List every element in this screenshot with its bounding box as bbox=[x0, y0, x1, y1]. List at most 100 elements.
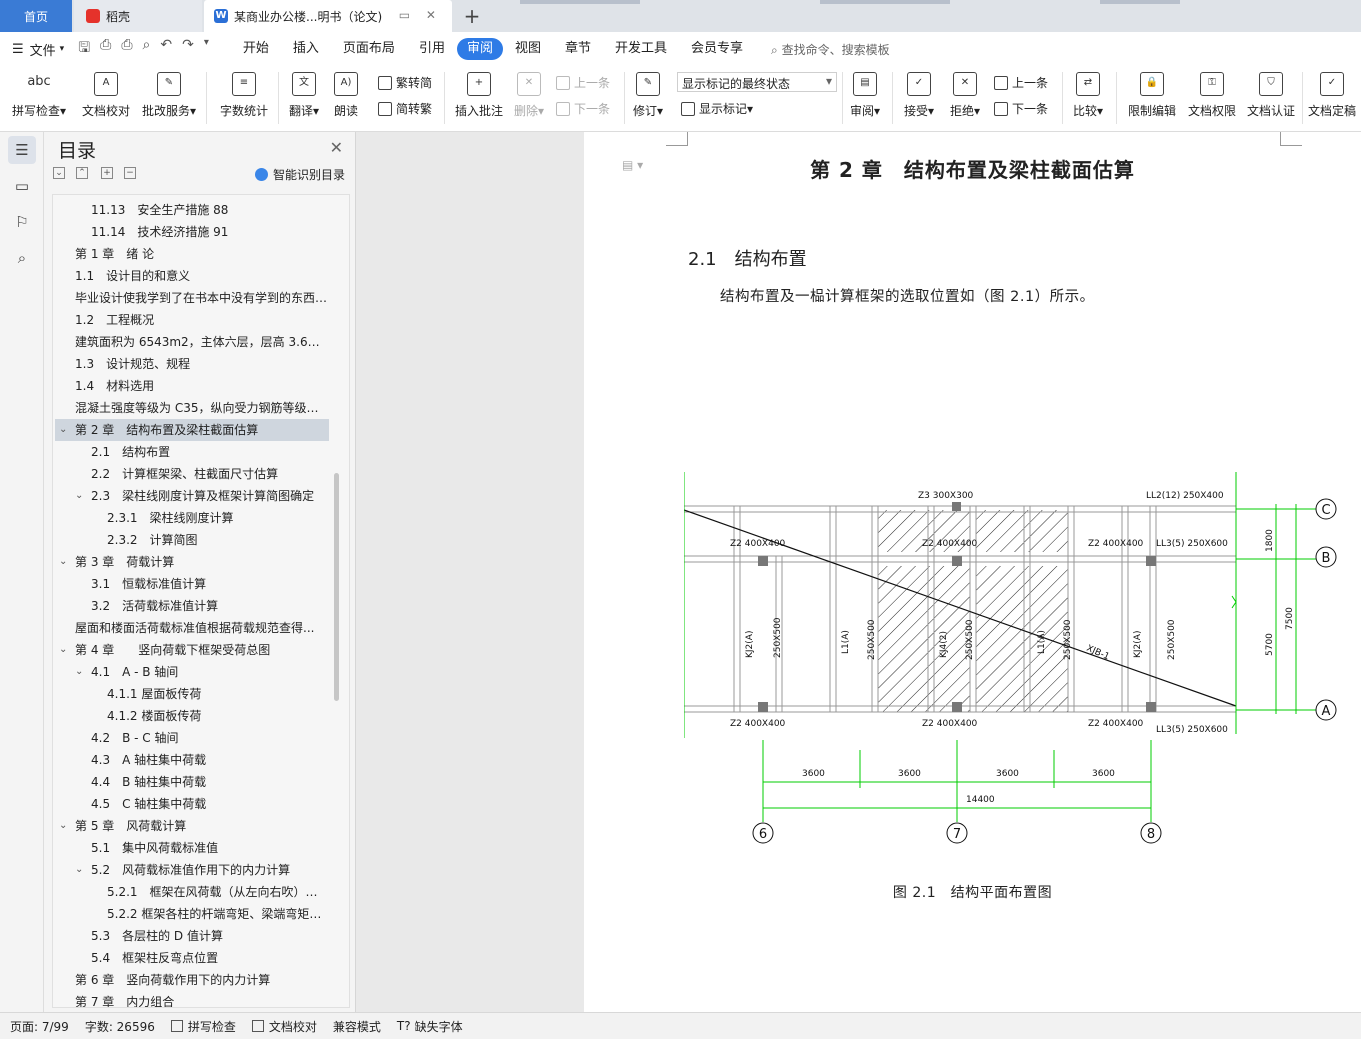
menu-view[interactable]: 视图 bbox=[503, 38, 553, 60]
menu-dev-tools[interactable]: 开发工具 bbox=[603, 38, 679, 60]
remove-heading-icon[interactable]: − bbox=[124, 167, 136, 179]
tab-document[interactable]: W 某商业办公楼...明书（论文) ▭ ✕ bbox=[204, 0, 452, 32]
doc-permission-button[interactable]: ⚿ 文档权限 bbox=[1184, 70, 1240, 119]
status-spell-check[interactable]: 拼写检查 bbox=[170, 1018, 236, 1035]
toc-item[interactable]: 3.2 活荷载标准值计算 bbox=[55, 595, 329, 617]
translate-button[interactable]: 文翻译▾ bbox=[284, 70, 324, 119]
export-pdf-icon[interactable]: ⎙ bbox=[100, 37, 111, 61]
print-preview-icon[interactable]: ⌕ bbox=[143, 37, 151, 61]
tab-daoke[interactable]: 稻壳 bbox=[74, 0, 202, 32]
toc-item[interactable]: 5.2.2 框架各柱的杆端弯矩、梁端弯矩计算 bbox=[55, 903, 329, 925]
redo-icon[interactable]: ↷ bbox=[182, 37, 194, 61]
review-pane-button[interactable]: ▤ 审阅▾ bbox=[846, 70, 884, 119]
chevron-down-icon[interactable]: ⌄ bbox=[59, 424, 67, 435]
doc-proof-button[interactable]: A 文档校对 bbox=[78, 70, 134, 119]
toc-item[interactable]: 5.2 风荷载标准值作用下的内力计算 bbox=[55, 859, 329, 881]
new-tab-button[interactable]: + bbox=[460, 0, 484, 32]
toc-item[interactable]: 4.1.2 楼面板传荷 bbox=[55, 705, 329, 727]
page-indicator[interactable]: 页面: 7/99 bbox=[10, 1018, 69, 1035]
customize-icon[interactable]: ▾ bbox=[204, 37, 209, 61]
toc-item[interactable]: 2.3 梁柱线刚度计算及框架计算简图确定 bbox=[55, 485, 329, 507]
status-doc-proof[interactable]: 文档校对 bbox=[251, 1018, 317, 1035]
toc-item[interactable]: 11.13 安全生产措施 88 bbox=[55, 199, 329, 221]
menu-start[interactable]: 开始 bbox=[231, 38, 281, 60]
toc-item[interactable]: 3.1 恒载标准值计算 bbox=[55, 573, 329, 595]
chapter-nav-icon[interactable]: ▭ bbox=[8, 172, 36, 200]
toc-item[interactable]: 第 5 章 风荷载计算 bbox=[55, 815, 329, 837]
undo-icon[interactable]: ↶ bbox=[160, 37, 172, 61]
toc-item[interactable]: 5.1 集中风荷载标准值 bbox=[55, 837, 329, 859]
delete-comment-button[interactable]: ✕ 删除▾ bbox=[510, 70, 548, 119]
read-aloud-button[interactable]: A) 朗读 bbox=[328, 70, 364, 119]
toc-panel-icon[interactable]: ☰ bbox=[8, 136, 36, 164]
expand-all-icon[interactable]: ⌃ bbox=[76, 167, 88, 179]
menu-review[interactable]: 审阅 bbox=[456, 38, 503, 60]
toc-item[interactable]: 4.1.1 屋面板传荷 bbox=[55, 683, 329, 705]
toc-item[interactable]: 毕业设计使我学到了在书本中没有学到的东西，... bbox=[55, 287, 329, 309]
simp-to-trad-button[interactable]: 简转繁 bbox=[378, 100, 432, 117]
toc-item[interactable]: 第 7 章 内力组合 bbox=[55, 991, 329, 1007]
search-icon[interactable]: ⌕ bbox=[8, 244, 36, 272]
insert-comment-button[interactable]: + 插入批注 bbox=[450, 70, 508, 119]
toc-item[interactable]: 2.3.1 梁柱线刚度计算 bbox=[55, 507, 329, 529]
toc-item[interactable]: 4.4 B 轴柱集中荷载 bbox=[55, 771, 329, 793]
toc-item[interactable]: 5.4 框架柱反弯点位置 bbox=[55, 947, 329, 969]
next-change-button[interactable]: 下一条 bbox=[994, 100, 1048, 117]
menu-reference[interactable]: 引用 bbox=[407, 38, 457, 60]
save-icon[interactable]: 🖫 bbox=[78, 37, 90, 61]
close-icon[interactable]: ✕ bbox=[330, 138, 343, 157]
toc-item[interactable]: 1.1 设计目的和意义 bbox=[55, 265, 329, 287]
tab-home[interactable]: 首页 bbox=[0, 0, 72, 32]
reject-button[interactable]: ✕ 拒绝▾ bbox=[946, 70, 984, 119]
show-markup-button[interactable]: 显示标记 ▾ bbox=[681, 100, 753, 117]
menu-chapter[interactable]: 章节 bbox=[553, 38, 603, 60]
toc-item[interactable]: 屋面和楼面活荷载标准值根据荷载规范查得... bbox=[55, 617, 329, 639]
file-menu-button[interactable]: ☰ 文件 ▾ bbox=[12, 40, 64, 59]
restrict-edit-button[interactable]: 🔒 限制编辑 bbox=[1124, 70, 1180, 119]
missing-font-button[interactable]: T? 缺失字体 bbox=[397, 1018, 463, 1035]
smart-toc-button[interactable]: 智能识别目录 bbox=[254, 166, 345, 183]
toc-item[interactable]: 5.3 各层柱的 D 值计算 bbox=[55, 925, 329, 947]
toc-item[interactable]: 4.2 B - C 轴间 bbox=[55, 727, 329, 749]
next-comment-button[interactable]: 下一条 bbox=[556, 100, 610, 117]
toc-item[interactable]: 2.1 结构布置 bbox=[55, 441, 329, 463]
batch-service-button[interactable]: ✎ 批改服务▾ bbox=[138, 70, 200, 119]
word-count-button[interactable]: ≡ 字数统计 bbox=[214, 70, 274, 119]
trad-to-simp-button[interactable]: 繁转简 bbox=[378, 74, 432, 91]
toc-item[interactable]: 5.2.1 框架在风荷载（从左向右吹）下的内力 bbox=[55, 881, 329, 903]
markup-state-select[interactable]: 显示标记的最终状态 bbox=[677, 72, 837, 92]
word-count-indicator[interactable]: 字数: 26596 bbox=[85, 1018, 155, 1035]
revise-button[interactable]: ✎ 修订▾ bbox=[630, 70, 666, 119]
spell-check-button[interactable]: abc 拼写检查▾ bbox=[8, 70, 70, 119]
add-heading-icon[interactable]: + bbox=[101, 167, 113, 179]
prev-change-button[interactable]: 上一条 bbox=[994, 74, 1048, 91]
compare-button[interactable]: ⇄ 比较▾ bbox=[1068, 70, 1108, 119]
doc-cert-button[interactable]: ⛉ 文档认证 bbox=[1243, 70, 1299, 119]
toc-item[interactable]: 1.4 材料选用 bbox=[55, 375, 329, 397]
toc-item[interactable]: 第 1 章 绪 论 bbox=[55, 243, 329, 265]
accept-button[interactable]: ✓ 接受▾ bbox=[900, 70, 938, 119]
toc-item[interactable]: 1.2 工程概况 bbox=[55, 309, 329, 331]
toc-item[interactable]: 2.3.2 计算简图 bbox=[55, 529, 329, 551]
toc-item[interactable]: 混凝土强度等级为 C35，纵向受力钢筋等级为... bbox=[55, 397, 329, 419]
toc-item[interactable]: 11.14 技术经济措施 91 bbox=[55, 221, 329, 243]
tab-close-icon[interactable]: ▭ ✕ bbox=[399, 8, 442, 22]
collapse-all-icon[interactable]: ⌄ bbox=[53, 167, 65, 179]
doc-finalize-button[interactable]: ✓ 文档定稿 bbox=[1305, 70, 1359, 119]
toc-item[interactable]: 1.3 设计规范、规程 bbox=[55, 353, 329, 375]
menu-insert[interactable]: 插入 bbox=[281, 38, 331, 60]
menu-page-layout[interactable]: 页面布局 bbox=[331, 38, 407, 60]
toc-item[interactable]: 建筑面积为 6543m2，主体六层，层高 3.6m... bbox=[55, 331, 329, 353]
bookmark-icon[interactable]: ⚐ bbox=[8, 208, 36, 236]
toc-item[interactable]: 第 3 章 荷载计算 bbox=[55, 551, 329, 573]
toc-item[interactable]: 4.3 A 轴柱集中荷载 bbox=[55, 749, 329, 771]
toc-scrollbar[interactable] bbox=[334, 473, 339, 701]
toc-item[interactable]: 4.1 A - B 轴间 bbox=[55, 661, 329, 683]
document-page[interactable]: ▤ ▾ 第 2 章 结构布置及梁柱截面估算 2.1 结构布置 结构布置及一榀计算… bbox=[584, 132, 1361, 1012]
toc-item[interactable]: 4.5 C 轴柱集中荷载 bbox=[55, 793, 329, 815]
toc-item[interactable]: 第 6 章 竖向荷载作用下的内力计算 bbox=[55, 969, 329, 991]
toc-item[interactable]: 第 4 章 竖向荷载下框架受荷总图 bbox=[55, 639, 329, 661]
toc-item-selected[interactable]: 第 2 章 结构布置及梁柱截面估算 bbox=[55, 419, 329, 441]
menu-member[interactable]: 会员专享 bbox=[679, 38, 755, 60]
toc-item[interactable]: 2.2 计算框架梁、柱截面尺寸估算 bbox=[55, 463, 329, 485]
